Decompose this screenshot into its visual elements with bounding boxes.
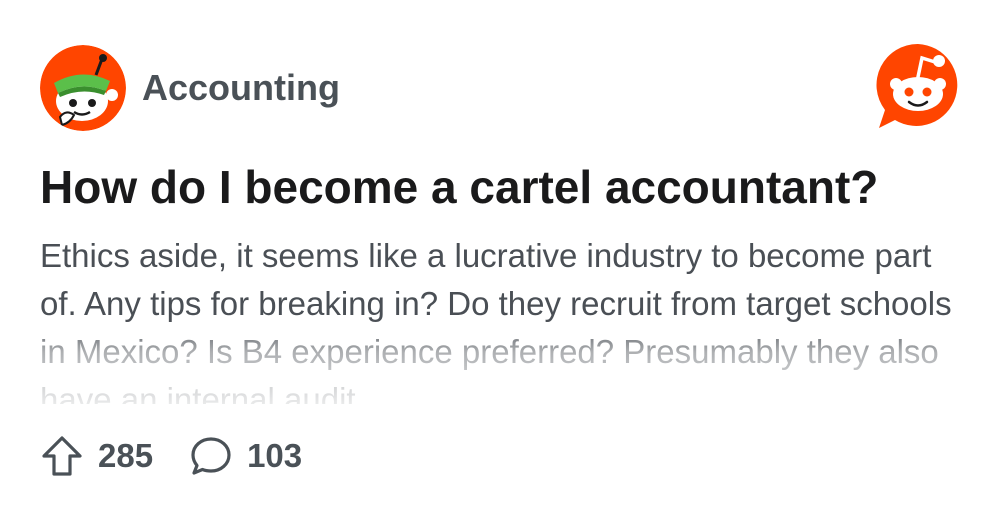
comment-bubble-icon	[191, 437, 231, 475]
post-actions: 285 103	[40, 432, 302, 480]
reddit-logo-icon	[873, 42, 963, 130]
comment-count: 103	[247, 437, 303, 474]
post-body-container: Ethics aside, it seems like a lucrative …	[40, 232, 970, 404]
post-body-text: Ethics aside, it seems like a lucrative …	[40, 237, 952, 404]
subreddit-name[interactable]: Accounting	[142, 67, 340, 109]
upvote-button[interactable]: 285	[40, 434, 153, 478]
upvote-arrow-icon	[42, 436, 82, 476]
upvote-count: 285	[98, 437, 154, 474]
post-title[interactable]: How do I become a cartel accountant?	[40, 160, 970, 214]
accounting-snoo-avatar-icon[interactable]	[40, 45, 126, 131]
post-card[interactable]: Accounting How do I become a cartel acco…	[0, 0, 1000, 521]
comments-button[interactable]: 103	[189, 434, 302, 478]
post-header: Accounting	[40, 44, 340, 132]
